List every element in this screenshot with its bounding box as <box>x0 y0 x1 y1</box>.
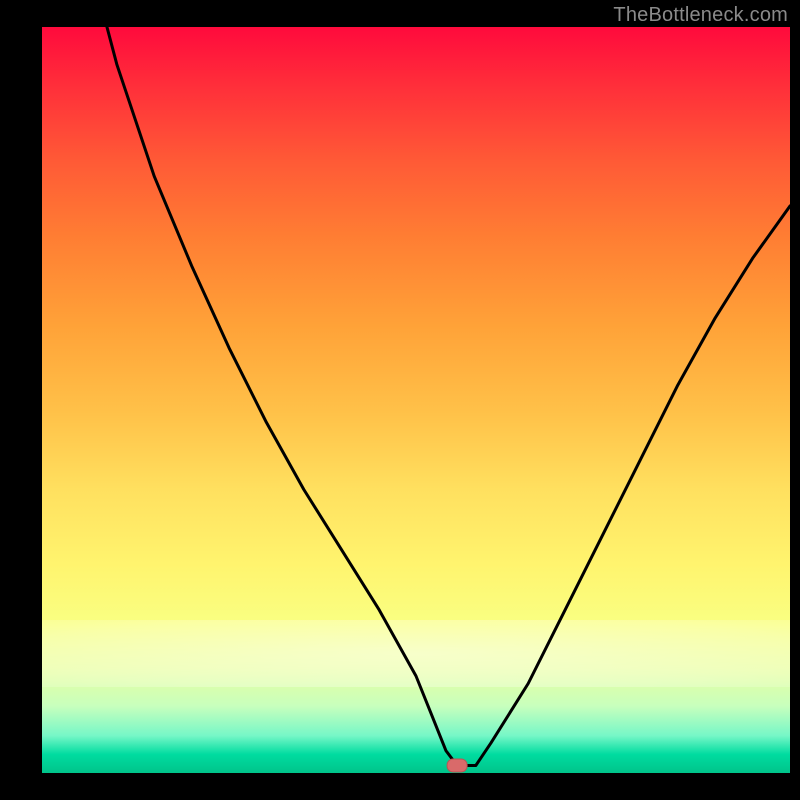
watermark-text: TheBottleneck.com <box>613 4 788 27</box>
curve-layer <box>42 27 790 773</box>
chart-stage: TheBottleneck.com <box>0 0 800 800</box>
plot-area <box>42 27 790 773</box>
minimum-marker <box>447 759 467 772</box>
bottleneck-curve <box>42 27 790 766</box>
